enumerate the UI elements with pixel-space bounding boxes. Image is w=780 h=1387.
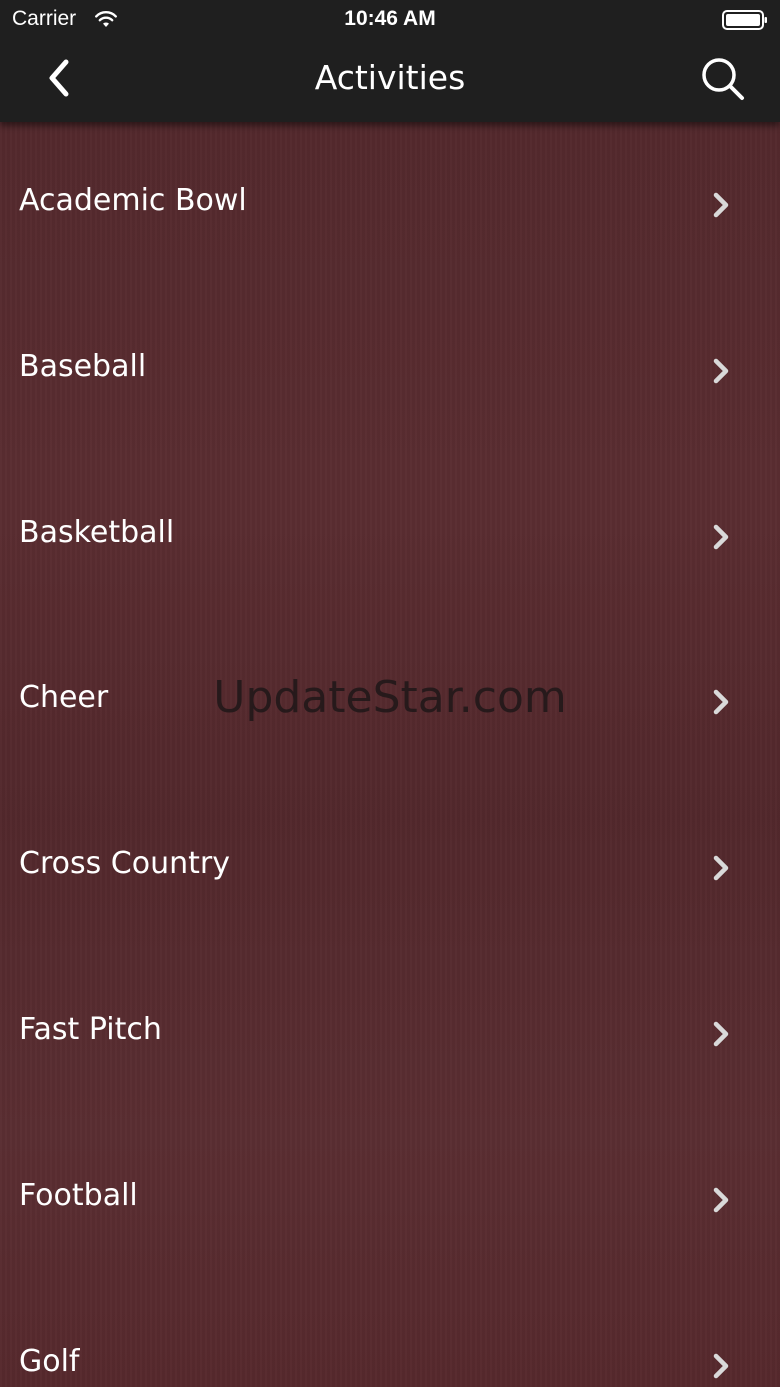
list-item-baseball[interactable]: Baseball (0, 288, 780, 454)
chevron-right-icon (713, 855, 729, 881)
search-icon (702, 58, 744, 100)
list-item-label: Fast Pitch (19, 1011, 162, 1047)
list-item-label: Cross Country (19, 846, 230, 882)
list-item-fast-pitch[interactable]: Fast Pitch (0, 951, 780, 1117)
top-bar: Carrier 10:46 AM Activities (0, 0, 780, 122)
search-button[interactable] (698, 54, 750, 106)
list-item-label: Baseball (19, 348, 147, 384)
list-item-label: Golf (19, 1343, 80, 1379)
list-item-cheer[interactable]: Cheer (0, 619, 780, 785)
chevron-right-icon (713, 1353, 729, 1378)
page-title: Activities (314, 58, 466, 97)
chevron-right-icon (713, 1187, 729, 1213)
list-item-label: Football (19, 1177, 138, 1213)
list-item-cross-country[interactable]: Cross Country (0, 785, 780, 951)
list-item-golf[interactable]: Golf (0, 1283, 780, 1387)
list-item-label: Cheer (19, 680, 109, 716)
list-item-basketball[interactable]: Basketball (0, 454, 780, 620)
list-item-academic-bowl[interactable]: Academic Bowl (0, 122, 780, 288)
status-bar: Carrier 10:46 AM (0, 0, 780, 40)
chevron-right-icon (713, 192, 729, 218)
chevron-right-icon (713, 690, 729, 715)
list-item-label: Academic Bowl (19, 183, 247, 218)
navigation-bar: Activities (0, 40, 780, 122)
chevron-right-icon (713, 1021, 729, 1047)
chevron-right-icon (713, 358, 729, 384)
list-item-label: Basketball (19, 514, 175, 550)
chevron-right-icon (713, 524, 729, 549)
battery-icon (722, 10, 767, 30)
activities-list: Academic Bowl Baseball Basketball Cheer … (0, 122, 780, 1387)
list-item-football[interactable]: Football (0, 1117, 780, 1283)
status-time: 10:46 AM (344, 7, 436, 30)
